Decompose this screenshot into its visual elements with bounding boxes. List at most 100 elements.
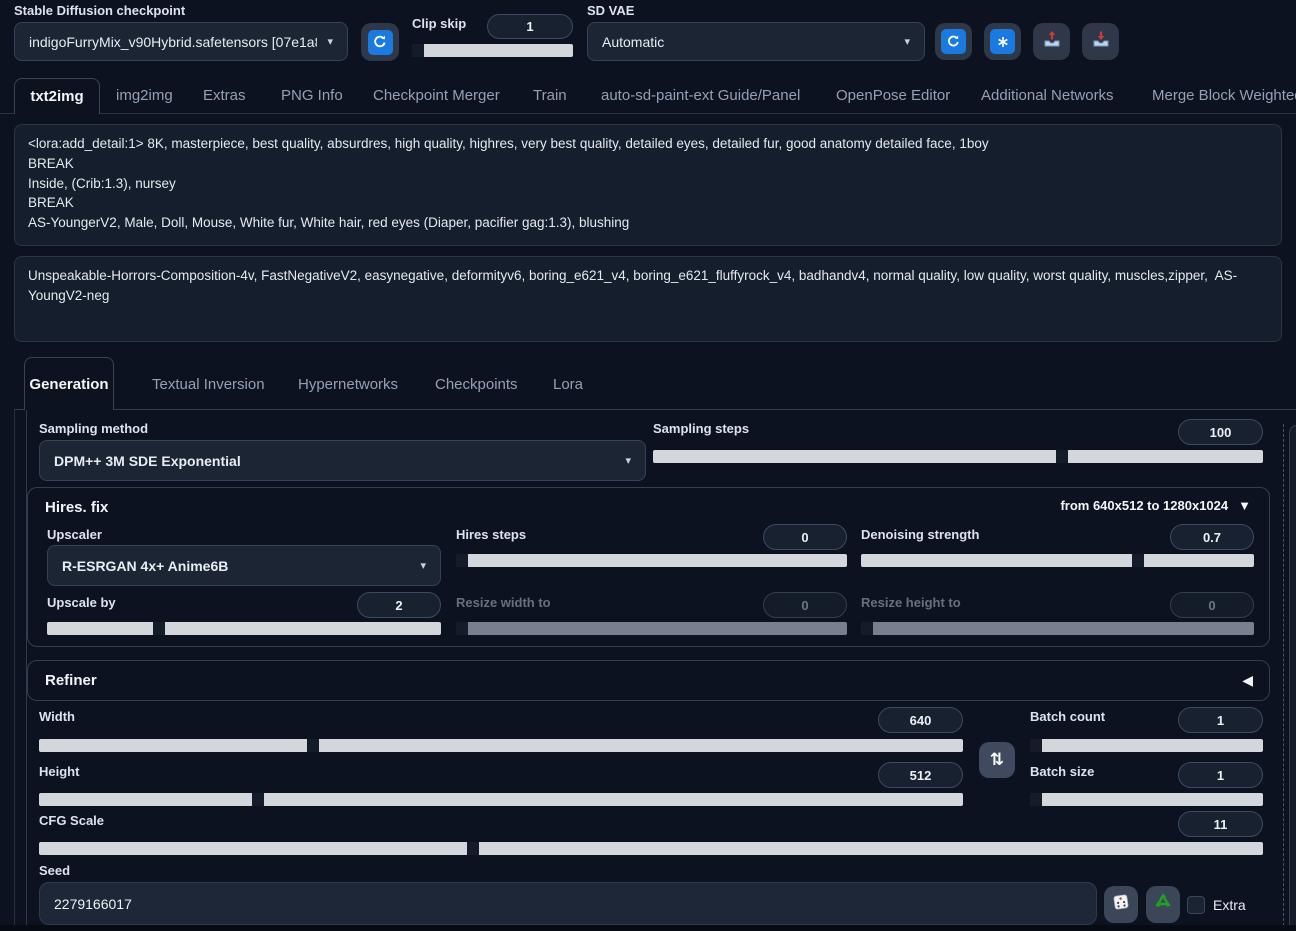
chevron-down-icon: ▾ xyxy=(904,35,910,48)
chevron-down-icon: ▾ xyxy=(625,454,631,467)
tab-png-info[interactable]: PNG Info xyxy=(281,87,343,104)
slider-thumb[interactable] xyxy=(456,554,468,567)
slider-thumb[interactable] xyxy=(1030,793,1042,806)
subtab-textual-inversion[interactable]: Textual Inversion xyxy=(152,376,265,393)
denoising-strength-label: Denoising strength xyxy=(861,527,979,542)
tab-txt2img[interactable]: txt2img xyxy=(14,78,100,114)
blue-asterisk-icon xyxy=(990,29,1015,54)
checkpoint-dropdown[interactable]: indigoFurryMix_v90Hybrid.safetensors [07… xyxy=(14,22,348,61)
refiner-title: Refiner xyxy=(45,672,97,689)
batch-count-label: Batch count xyxy=(1030,709,1105,724)
sampling-method-label: Sampling method xyxy=(39,421,148,436)
tab-additional-networks[interactable]: Additional Networks xyxy=(981,87,1114,104)
subtab-checkpoints[interactable]: Checkpoints xyxy=(435,376,518,393)
prompt-textarea[interactable]: <lora:add_detail:1> 8K, masterpiece, bes… xyxy=(14,124,1282,246)
vae-tool-button[interactable] xyxy=(984,23,1021,60)
checkpoint-label: Stable Diffusion checkpoint xyxy=(14,3,185,18)
width-input[interactable] xyxy=(878,707,963,733)
seed-input[interactable] xyxy=(39,882,1097,925)
hires-steps-input[interactable] xyxy=(763,524,847,550)
slider-thumb[interactable] xyxy=(252,793,264,806)
recycle-icon xyxy=(1152,891,1174,918)
chevron-down-icon: ▾ xyxy=(420,559,426,572)
sampling-steps-slider[interactable] xyxy=(653,450,1263,463)
swap-icon: ⇅ xyxy=(990,750,1004,770)
height-slider[interactable] xyxy=(39,793,963,806)
batch-count-input[interactable] xyxy=(1178,707,1263,733)
slider-thumb[interactable] xyxy=(1030,739,1042,752)
upscaler-value: R-ESRGAN 4x+ Anime6B xyxy=(62,558,410,574)
subtab-lora[interactable]: Lora xyxy=(553,376,583,393)
width-slider[interactable] xyxy=(39,739,963,752)
import-button[interactable] xyxy=(1082,23,1119,60)
height-label: Height xyxy=(39,764,79,779)
sampling-steps-input[interactable] xyxy=(1178,419,1263,445)
batch-count-slider[interactable] xyxy=(1030,739,1263,752)
subtab-generation[interactable]: Generation xyxy=(24,357,114,410)
height-input[interactable] xyxy=(878,762,963,788)
resize-height-label: Resize height to xyxy=(861,595,961,610)
slider-thumb xyxy=(456,622,468,635)
export-button[interactable] xyxy=(1033,23,1070,60)
refiner-panel[interactable]: Refiner ◀ xyxy=(27,660,1270,701)
extra-seed-label: Extra xyxy=(1213,897,1246,913)
tab-img2img[interactable]: img2img xyxy=(116,87,173,104)
upscale-by-input[interactable] xyxy=(357,592,441,618)
slider-thumb[interactable] xyxy=(467,842,479,855)
random-seed-button[interactable] xyxy=(1104,886,1138,923)
sub-tabbar-divider xyxy=(14,409,1296,410)
cfg-scale-input[interactable] xyxy=(1178,811,1263,837)
sd-vae-value: Automatic xyxy=(602,34,894,50)
denoising-strength-slider[interactable] xyxy=(861,554,1254,567)
batch-size-input[interactable] xyxy=(1178,762,1263,788)
slider-thumb[interactable] xyxy=(1132,554,1144,567)
batch-size-slider[interactable] xyxy=(1030,793,1263,806)
slider-thumb[interactable] xyxy=(1056,450,1068,463)
width-label: Width xyxy=(39,709,75,724)
slider-thumb[interactable] xyxy=(307,739,319,752)
subtab-hypernetworks[interactable]: Hypernetworks xyxy=(298,376,398,393)
resize-height-slider xyxy=(861,622,1254,635)
cfg-scale-label: CFG Scale xyxy=(39,813,104,828)
column-resize-handle[interactable] xyxy=(1283,424,1284,931)
chevron-down-icon: ▾ xyxy=(327,35,333,48)
hires-resolution-toggle[interactable]: from 640x512 to 1280x1024 ▼ xyxy=(1060,498,1251,513)
tab-extras[interactable]: Extras xyxy=(203,87,246,104)
cfg-scale-slider[interactable] xyxy=(39,842,1263,855)
tab-checkpoint-merger[interactable]: Checkpoint Merger xyxy=(373,87,500,104)
seed-label: Seed xyxy=(39,863,70,878)
upscaler-dropdown[interactable]: R-ESRGAN 4x+ Anime6B ▾ xyxy=(47,545,441,586)
hires-steps-slider[interactable] xyxy=(456,554,847,567)
slider-thumb[interactable] xyxy=(153,622,165,635)
negative-prompt-textarea[interactable]: Unspeakable-Horrors-Composition-4v, Fast… xyxy=(14,256,1282,342)
clip-skip-input[interactable] xyxy=(487,14,573,39)
clip-skip-slider[interactable] xyxy=(412,44,573,57)
window-bottom-edge xyxy=(0,925,1296,931)
hires-steps-label: Hires steps xyxy=(456,527,526,542)
reuse-seed-button[interactable] xyxy=(1146,886,1180,923)
resize-width-slider xyxy=(456,622,847,635)
refresh-vae-button[interactable] xyxy=(935,23,972,60)
refresh-icon xyxy=(941,29,966,54)
swap-dimensions-button[interactable]: ⇅ xyxy=(979,742,1015,778)
tab-auto-sd-paint-ext[interactable]: auto-sd-paint-ext Guide/Panel xyxy=(601,87,800,104)
refresh-checkpoint-button[interactable] xyxy=(361,23,399,61)
inbox-tray-icon xyxy=(1091,29,1111,54)
triangle-left-icon: ◀ xyxy=(1242,672,1253,689)
main-tabbar-divider xyxy=(0,113,1296,114)
sampling-steps-label: Sampling steps xyxy=(653,421,749,436)
sd-vae-dropdown[interactable]: Automatic ▾ xyxy=(587,22,925,61)
extra-seed-checkbox[interactable] xyxy=(1187,896,1205,914)
refresh-icon xyxy=(368,30,393,55)
tab-openpose-editor[interactable]: OpenPose Editor xyxy=(836,87,950,104)
slider-thumb[interactable] xyxy=(412,44,424,57)
denoising-strength-input[interactable] xyxy=(1170,524,1254,550)
upscale-by-label: Upscale by xyxy=(47,595,116,610)
tab-train[interactable]: Train xyxy=(533,87,567,104)
triangle-down-icon: ▼ xyxy=(1238,498,1251,513)
tab-merge-block-weighted[interactable]: Merge Block Weighted xyxy=(1152,87,1296,104)
dice-icon xyxy=(1111,892,1131,917)
sampling-method-dropdown[interactable]: DPM++ 3M SDE Exponential ▾ xyxy=(39,440,646,481)
hires-fix-title: Hires. fix xyxy=(45,499,108,516)
upscale-by-slider[interactable] xyxy=(47,622,441,635)
